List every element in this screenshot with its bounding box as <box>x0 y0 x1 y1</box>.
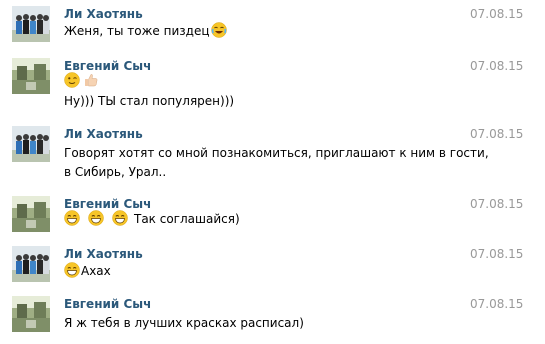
message-text: в Сибирь, Урал.. <box>64 165 167 179</box>
message-author[interactable]: Евгений Сыч <box>64 296 151 312</box>
winking-face-emoji-icon <box>64 72 80 88</box>
message-author[interactable]: Ли Хаотянь <box>64 246 143 262</box>
message-text: Женя, ты тоже пиздец <box>64 22 230 40</box>
message-author[interactable]: Ли Хаотянь <box>64 126 143 142</box>
landscape-photo-avatar[interactable] <box>12 58 50 94</box>
group-photo-avatar[interactable] <box>12 246 50 282</box>
grinning-face-emoji-icon <box>64 262 80 278</box>
grinning-face-emoji-icon <box>112 210 128 226</box>
message-text-content: Так соглашайся) <box>134 212 240 226</box>
message-date[interactable]: 07.08.15 <box>470 296 523 312</box>
grinning-face-emoji-icon <box>88 210 104 226</box>
message-text: Так соглашайся) <box>64 210 240 228</box>
landscape-photo-avatar[interactable] <box>12 296 50 332</box>
message-date[interactable]: 07.08.15 <box>470 58 523 74</box>
group-photo-avatar[interactable] <box>12 6 50 42</box>
message-date[interactable]: 07.08.15 <box>470 126 523 142</box>
message-text: Ахах <box>64 262 111 280</box>
message-text: Ну))) ТЫ стал популярен))) <box>64 94 235 108</box>
group-photo-avatar[interactable] <box>12 126 50 162</box>
message-date[interactable]: 07.08.15 <box>470 6 523 22</box>
message-emoji-line <box>64 72 102 90</box>
message-text: Говорят хотят со мной познакомиться, при… <box>64 146 489 160</box>
thumbs-up-emoji-icon <box>83 72 99 88</box>
laughing-tears-emoji-icon <box>210 22 227 38</box>
message-date[interactable]: 07.08.15 <box>470 196 523 212</box>
message-text-content: Ахах <box>81 264 111 278</box>
landscape-photo-avatar[interactable] <box>12 196 50 232</box>
grinning-face-emoji-icon <box>64 210 80 226</box>
message-text-content: Женя, ты тоже пиздец <box>64 24 210 38</box>
message-text: Я ж тебя в лучших красках расписал) <box>64 316 304 330</box>
message-author[interactable]: Ли Хаотянь <box>64 6 143 22</box>
message-date[interactable]: 07.08.15 <box>470 246 523 262</box>
